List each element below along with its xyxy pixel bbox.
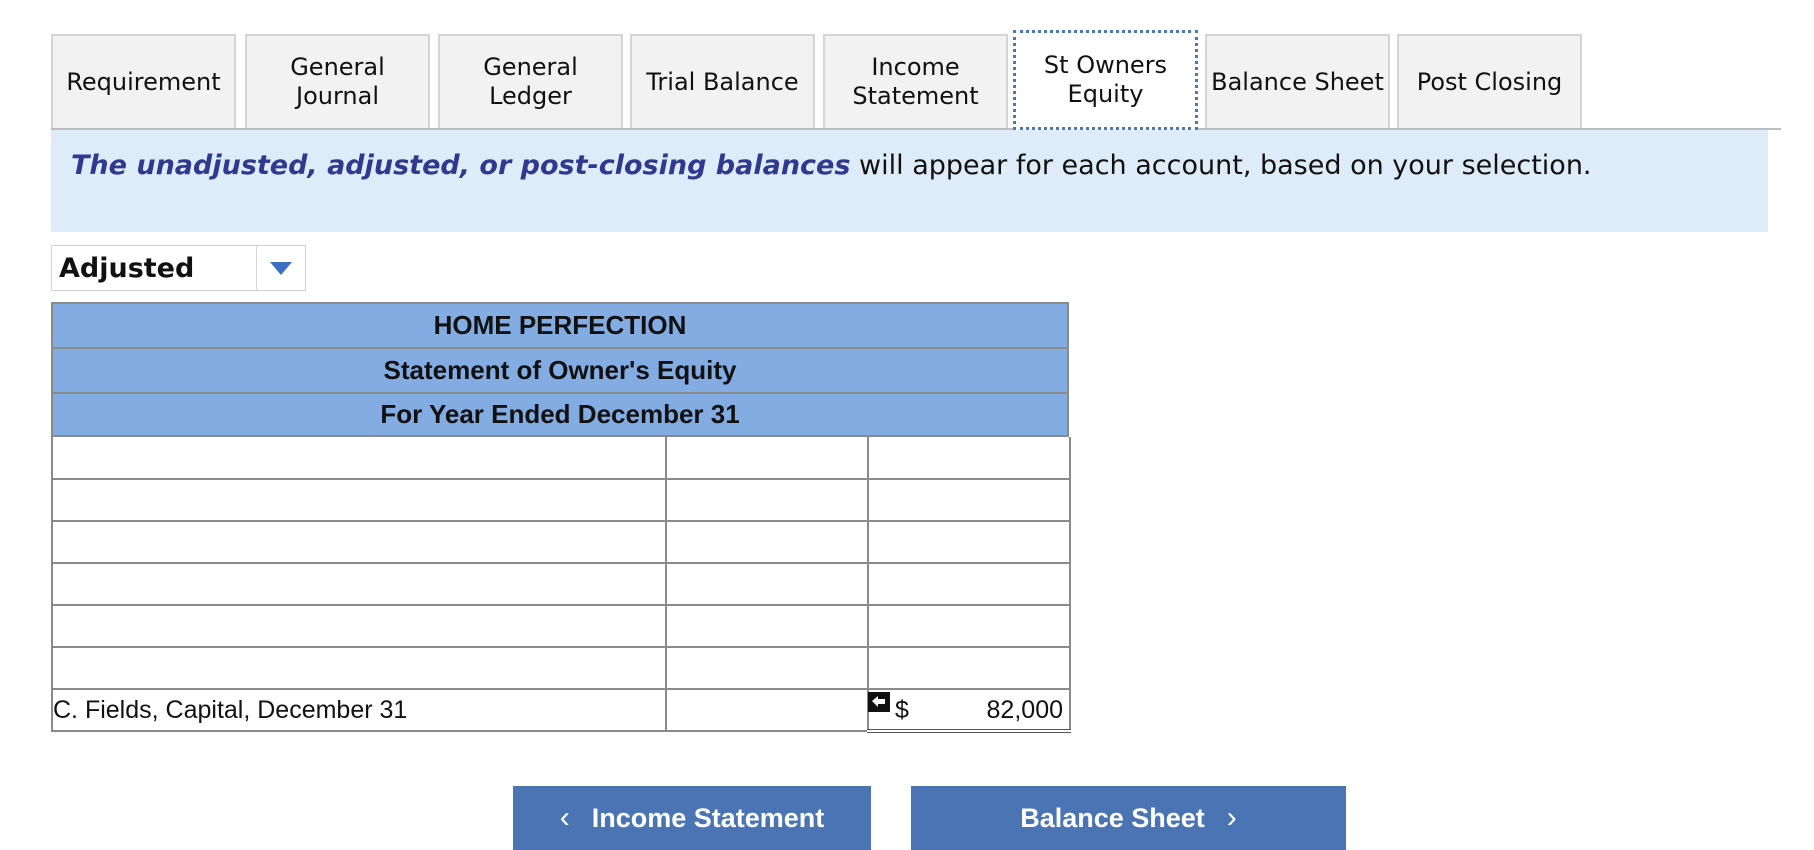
amount-field[interactable] bbox=[869, 479, 1073, 521]
label-field[interactable] bbox=[53, 479, 669, 521]
chevron-right-icon: › bbox=[1226, 801, 1237, 834]
label-field[interactable] bbox=[53, 605, 669, 647]
next-balance-sheet-button[interactable]: Balance Sheet › bbox=[911, 786, 1346, 850]
amount-field[interactable] bbox=[667, 605, 871, 647]
amount-field[interactable] bbox=[869, 605, 1073, 647]
table-row bbox=[51, 562, 1073, 606]
amount-field[interactable] bbox=[869, 436, 1073, 479]
label-field[interactable] bbox=[53, 521, 669, 563]
statement-grid: C. Fields, Capital, December 31 $ 82,000 bbox=[51, 436, 1073, 733]
company-name: HOME PERFECTION bbox=[51, 302, 1069, 347]
ending-capital-amount-cell: $ 82,000 bbox=[867, 688, 1071, 733]
tab-label: General Ledger bbox=[483, 53, 578, 110]
amount-input-2[interactable] bbox=[867, 604, 1073, 648]
chevron-left-icon: ‹ bbox=[559, 801, 570, 834]
amount-input-1[interactable] bbox=[665, 604, 871, 648]
amount-input-1[interactable] bbox=[665, 646, 871, 690]
amount-input-1[interactable] bbox=[665, 436, 871, 480]
tab-general-ledger[interactable]: General Ledger bbox=[438, 34, 623, 128]
next-button-label: Balance Sheet bbox=[1020, 802, 1205, 833]
ending-capital-label: C. Fields, Capital, December 31 bbox=[51, 688, 667, 732]
amount-input-2[interactable] bbox=[867, 646, 1073, 690]
amount-field[interactable] bbox=[667, 479, 871, 521]
label-input[interactable] bbox=[51, 436, 669, 480]
tab-label: Post Closing bbox=[1416, 67, 1563, 96]
info-emphasis: The unadjusted, adjusted, or post-closin… bbox=[71, 150, 851, 181]
balance-type-select[interactable]: Adjusted bbox=[51, 245, 306, 291]
amount-field[interactable] bbox=[869, 563, 1073, 605]
owners-equity-statement: HOME PERFECTION Statement of Owner's Equ… bbox=[51, 302, 1073, 733]
tab-income-statement[interactable]: Income Statement bbox=[823, 34, 1008, 128]
label-field[interactable] bbox=[53, 436, 669, 479]
amount-field[interactable] bbox=[667, 563, 871, 605]
statement-period: For Year Ended December 31 bbox=[51, 392, 1069, 437]
tab-post-closing[interactable]: Post Closing bbox=[1397, 34, 1582, 128]
table-row-ending-capital: C. Fields, Capital, December 31 $ 82,000 bbox=[51, 688, 1071, 733]
amount-field[interactable] bbox=[667, 689, 871, 731]
amount-input-1[interactable] bbox=[665, 478, 871, 522]
amount-input-2[interactable] bbox=[867, 436, 1073, 480]
tab-label: Balance Sheet bbox=[1211, 67, 1384, 96]
tab-label: Income Statement bbox=[852, 53, 979, 110]
balance-type-value: Adjusted bbox=[59, 252, 195, 284]
prev-button-label: Income Statement bbox=[591, 802, 825, 833]
info-text: will appear for each account, based on y… bbox=[850, 150, 1592, 181]
undo-icon[interactable] bbox=[868, 692, 890, 712]
tab-label: Trial Balance bbox=[646, 67, 799, 96]
amount-field[interactable] bbox=[869, 647, 1073, 689]
label-input[interactable] bbox=[51, 646, 669, 690]
table-row bbox=[51, 436, 1073, 480]
label-field[interactable] bbox=[53, 647, 669, 689]
table-row bbox=[51, 478, 1073, 522]
amount-input-1[interactable] bbox=[665, 562, 871, 606]
prev-income-statement-button[interactable]: ‹ Income Statement bbox=[513, 786, 871, 850]
table-row bbox=[51, 646, 1073, 690]
amount-input-1[interactable] bbox=[665, 688, 871, 732]
tab-general-journal[interactable]: General Journal bbox=[245, 34, 430, 128]
tab-label: General Journal bbox=[290, 53, 385, 110]
label-input[interactable] bbox=[51, 520, 669, 564]
currency-symbol: $ bbox=[895, 696, 909, 724]
label-input[interactable] bbox=[51, 478, 669, 522]
statement-title: Statement of Owner's Equity bbox=[51, 347, 1069, 392]
tab-trial-balance[interactable]: Trial Balance bbox=[630, 34, 815, 128]
tab-label: Requirement bbox=[66, 67, 221, 96]
label-input[interactable] bbox=[51, 604, 669, 648]
amount-field[interactable] bbox=[667, 647, 871, 689]
table-row bbox=[51, 604, 1073, 648]
label-field[interactable] bbox=[53, 563, 669, 605]
amount-input-2[interactable] bbox=[867, 520, 1073, 564]
tab-label: St Owners Equity bbox=[1043, 51, 1168, 108]
amount-field[interactable] bbox=[869, 521, 1073, 563]
amount-input-1[interactable] bbox=[665, 520, 871, 564]
ending-capital-amount: 82,000 bbox=[986, 696, 1063, 724]
amount-field[interactable] bbox=[667, 521, 871, 563]
chevron-down-icon[interactable] bbox=[257, 261, 305, 275]
info-banner: The unadjusted, adjusted, or post-closin… bbox=[51, 130, 1768, 232]
tab-st-owners-equity[interactable]: St Owners Equity bbox=[1013, 30, 1198, 130]
amount-field[interactable] bbox=[667, 436, 871, 479]
label-input[interactable] bbox=[51, 562, 669, 606]
table-row bbox=[51, 520, 1073, 564]
tab-balance-sheet[interactable]: Balance Sheet bbox=[1205, 34, 1390, 128]
amount-input-2[interactable] bbox=[867, 478, 1073, 522]
amount-input-2[interactable] bbox=[867, 562, 1073, 606]
tab-requirement[interactable]: Requirement bbox=[51, 34, 236, 128]
